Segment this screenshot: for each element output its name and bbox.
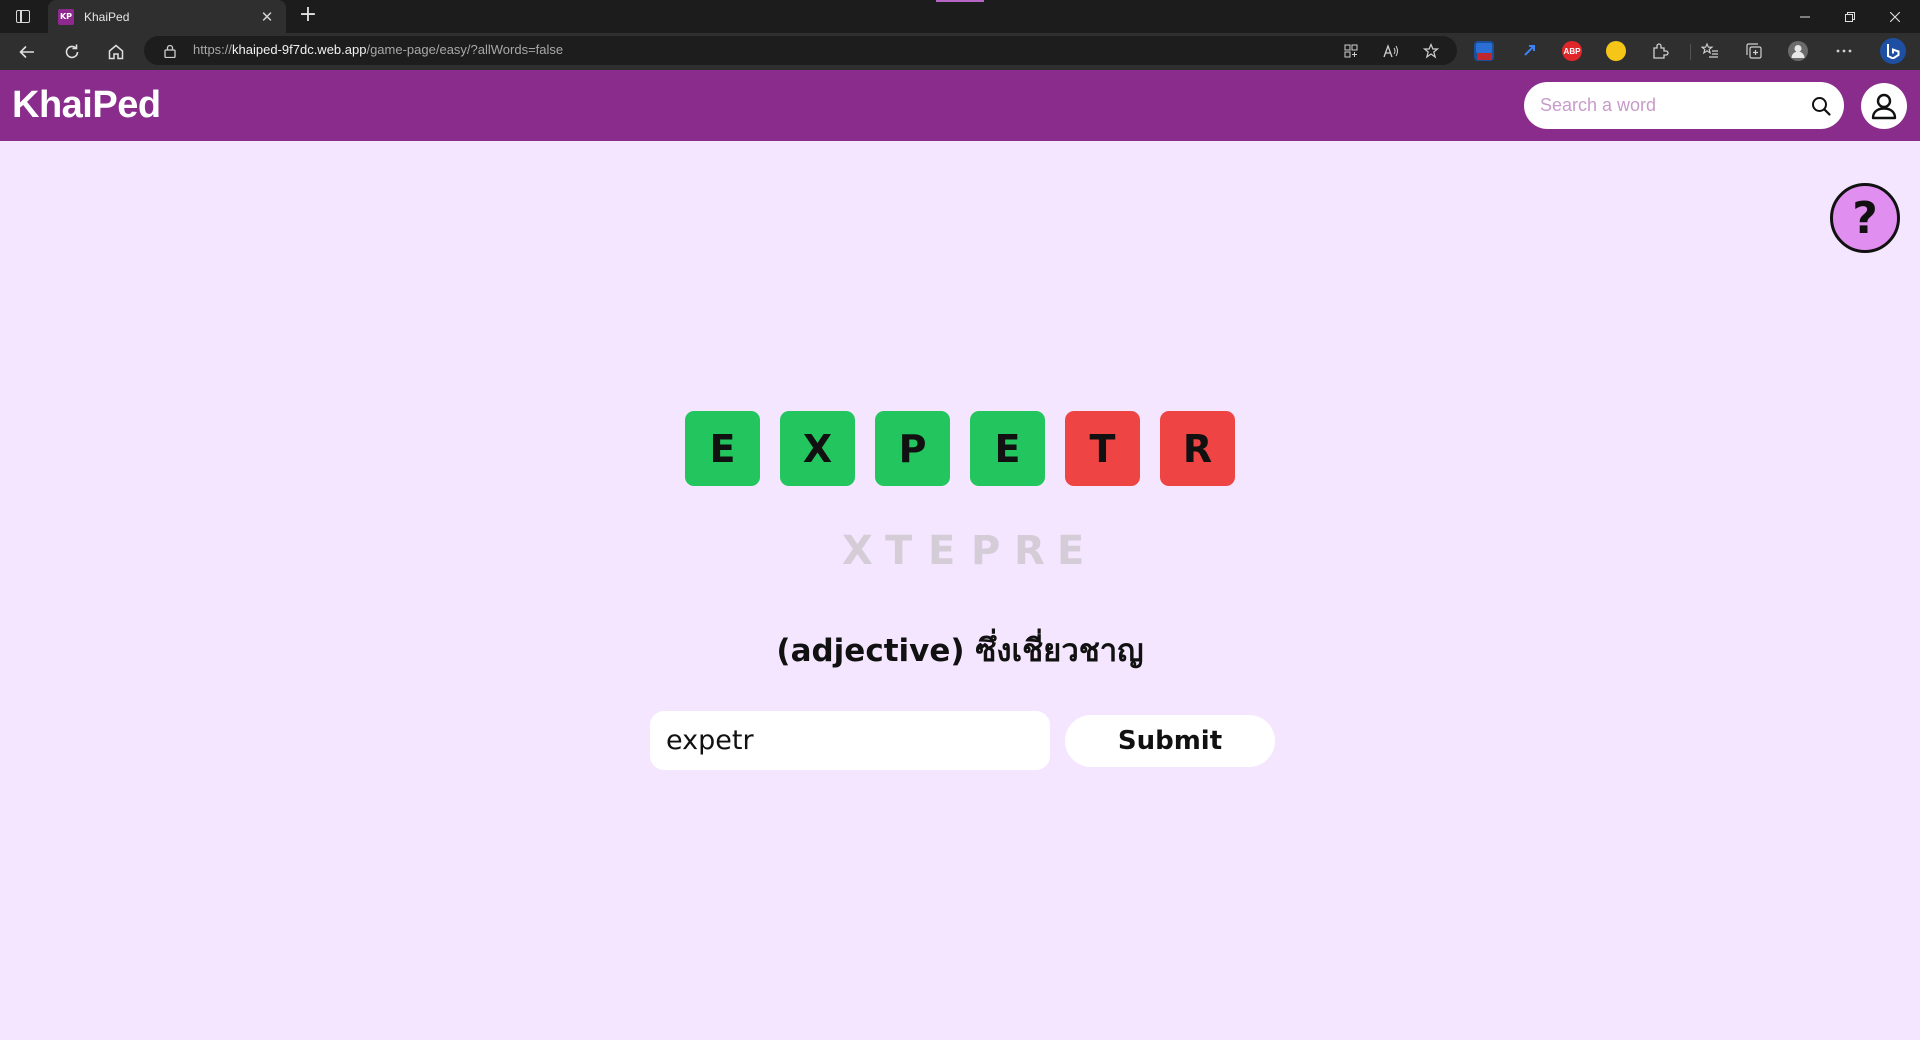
close-window-button[interactable] — [1873, 0, 1917, 33]
restore-button[interactable] — [1828, 0, 1872, 33]
home-icon — [108, 44, 124, 60]
toolbar-separator — [1690, 44, 1691, 60]
profile-avatar-icon — [1791, 45, 1805, 58]
scrambled-letter: T — [885, 528, 913, 574]
close-window-icon — [1890, 11, 1900, 22]
scrambled-letter: E — [928, 528, 956, 574]
url-text: https://khaiped-9f7dc.web.app/game-page/… — [193, 42, 563, 57]
letter-tile: R — [1160, 411, 1235, 486]
favorite-button[interactable] — [1422, 42, 1440, 60]
restore-icon — [1845, 11, 1855, 22]
khaiped-logo[interactable]: KhaiPed — [12, 84, 161, 127]
search-input[interactable] — [1540, 93, 1800, 117]
help-button[interactable]: ? — [1830, 183, 1900, 253]
read-aloud-icon — [1383, 44, 1398, 58]
site-header: KhaiPed — [0, 70, 1920, 141]
letter-tile: E — [970, 411, 1045, 486]
answer-input[interactable] — [650, 711, 1050, 770]
favorites-list-icon — [1701, 42, 1718, 58]
browser-toolbar: https://khaiped-9f7dc.web.app/game-page/… — [0, 33, 1920, 70]
app-available-button[interactable] — [1342, 42, 1360, 60]
url-host: khaiped-9f7dc.web.app — [232, 42, 367, 57]
tab-media-indicator — [936, 0, 984, 2]
search-icon[interactable] — [1810, 95, 1832, 117]
new-tab-button[interactable]: + — [296, 4, 320, 28]
letter-tile: T — [1065, 411, 1140, 486]
collections-icon — [1746, 43, 1762, 59]
letter-tile: E — [685, 411, 760, 486]
search-box — [1524, 82, 1844, 129]
arrow-extension-icon[interactable] — [1520, 41, 1540, 61]
arrow-extension-glyph — [1524, 45, 1535, 56]
back-button[interactable] — [13, 38, 41, 66]
puzzle-icon — [1653, 43, 1669, 59]
settings-more-button[interactable] — [1834, 41, 1854, 61]
extensions-button[interactable] — [1650, 41, 1670, 61]
tab-title: KhaiPed — [84, 9, 130, 24]
tab-close-icon[interactable]: ✕ — [258, 8, 276, 26]
scrambled-letter: P — [971, 528, 1001, 574]
speed-extension-icon[interactable] — [1474, 41, 1494, 61]
home-button[interactable] — [102, 38, 130, 66]
yellow-extension-icon[interactable] — [1606, 41, 1626, 61]
url-scheme: https:// — [193, 42, 233, 57]
lock-icon — [164, 44, 176, 58]
scrambled-letter: X — [842, 528, 873, 574]
minimize-icon — [1800, 16, 1810, 17]
read-aloud-button[interactable] — [1382, 42, 1400, 60]
speed-extension-glyph — [1476, 43, 1492, 60]
submit-button[interactable]: Submit — [1065, 715, 1275, 767]
letter-tile: P — [875, 411, 950, 486]
minimize-button[interactable] — [1783, 0, 1827, 33]
adblock-extension-icon[interactable]: ABP — [1562, 41, 1582, 61]
tab-favicon: KP — [58, 8, 74, 25]
bing-icon — [1887, 44, 1900, 59]
adblock-label: ABP — [1563, 46, 1581, 56]
user-icon — [1871, 93, 1897, 120]
reload-button[interactable] — [58, 38, 86, 66]
app-grid-icon — [1344, 44, 1358, 58]
star-icon — [1423, 43, 1439, 59]
browser-tab-khaiped[interactable]: KP KhaiPed ✕ — [48, 0, 286, 33]
profile-button[interactable] — [1788, 41, 1808, 61]
collections-button[interactable] — [1744, 41, 1764, 61]
more-dots-icon — [1836, 49, 1852, 53]
back-arrow-icon — [19, 45, 34, 59]
scrambled-letter: R — [1014, 528, 1045, 574]
scrambled-letters: X T E P R E — [0, 528, 1920, 574]
reload-icon — [65, 44, 79, 59]
favorites-button[interactable] — [1700, 41, 1720, 61]
word-definition: (adjective) ซึ่งเชี่ยวชาญ — [776, 633, 1144, 669]
guess-tiles: E X P E T R — [685, 411, 1235, 486]
url-path: /game-page/easy/?allWords=false — [366, 42, 564, 57]
address-bar[interactable]: https://khaiped-9f7dc.web.app/game-page/… — [144, 36, 1457, 65]
tab-actions-button[interactable] — [10, 6, 36, 26]
copilot-button[interactable] — [1880, 38, 1906, 64]
user-profile-button[interactable] — [1861, 83, 1907, 129]
letter-tile: X — [780, 411, 855, 486]
browser-tab-bar: KP KhaiPed ✕ + — [0, 0, 1920, 33]
tab-actions-icon — [16, 9, 30, 23]
scrambled-letter: E — [1057, 528, 1085, 574]
